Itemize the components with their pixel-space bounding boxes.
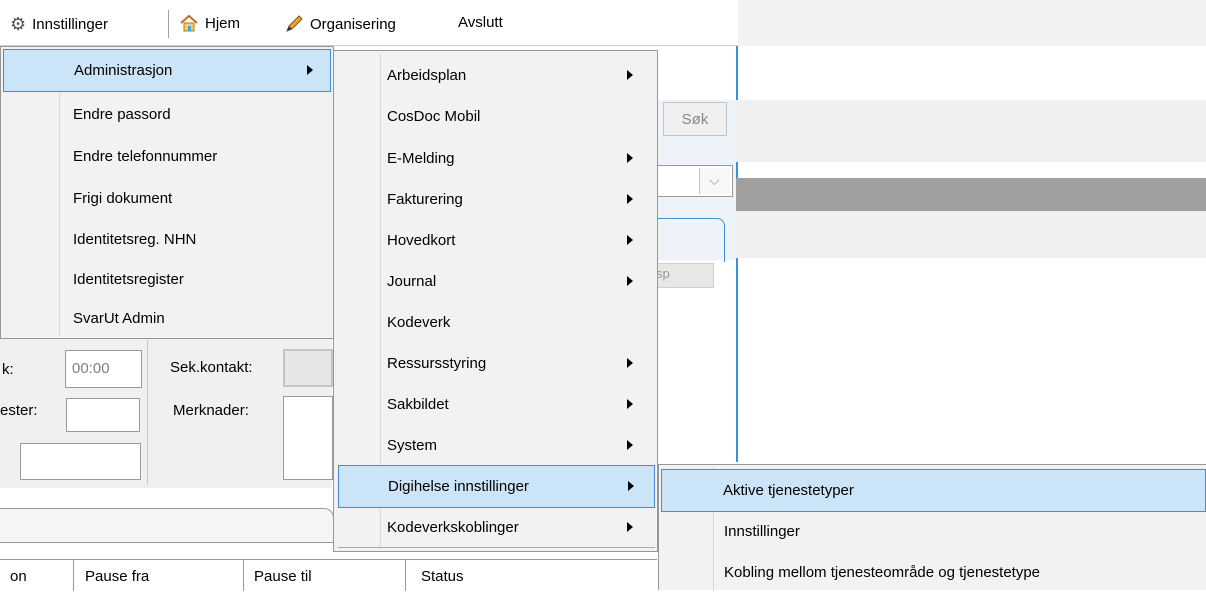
dropdown-select[interactable]: ⌵: [655, 165, 733, 197]
bottom-left-field[interactable]: [20, 443, 141, 480]
submenu-arrow-icon: [627, 70, 633, 80]
menu-item-hovedkort[interactable]: Hovedkort: [334, 220, 657, 261]
menu-item-cosdoc-mobil[interactable]: CosDoc Mobil: [334, 96, 657, 137]
menu-item-kodeverkskoblinger[interactable]: Kodeverkskoblinger: [334, 507, 657, 548]
ester-field[interactable]: [66, 398, 140, 432]
settings-dropdown-menu: Administrasjon Endre passord Endre telef…: [0, 46, 334, 339]
submenu-arrow-icon: [627, 153, 633, 163]
submenu-arrow-icon: [627, 522, 633, 532]
grey-header-bar: [736, 178, 1206, 211]
menu-bar: ⚙ Innstillinger Hjem Organisering Avslut…: [0, 0, 738, 46]
vertical-divider: [147, 340, 148, 485]
menu-item-digihelse-innstillinger[interactable]: Digihelse innstillinger: [338, 465, 655, 508]
pencil-icon: [286, 15, 303, 32]
table-header-pause-fra[interactable]: Pause fra: [74, 560, 244, 591]
menu-item-kodeverk[interactable]: Kodeverk: [334, 302, 657, 343]
menu-item-aktive-tjenestetyper[interactable]: Aktive tjenestetyper: [661, 469, 1206, 512]
menu-item-sakbildet[interactable]: Sakbildet: [334, 384, 657, 425]
table-header-status[interactable]: Status: [406, 560, 657, 591]
menu-item-administrasjon[interactable]: Administrasjon: [3, 49, 331, 92]
menu-exit[interactable]: Avslutt: [458, 14, 503, 31]
field-label-k: k:: [2, 361, 14, 378]
menu-item-system[interactable]: System: [334, 425, 657, 466]
submenu-arrow-icon: [627, 358, 633, 368]
menu-home[interactable]: Hjem: [179, 14, 240, 32]
dropdown-button[interactable]: ⌵: [699, 168, 730, 194]
submenu-arrow-icon: [627, 276, 633, 286]
menu-item-e-melding[interactable]: E-Melding: [334, 138, 657, 179]
search-button[interactable]: Søk: [663, 102, 727, 136]
chevron-down-icon: ⌵: [709, 172, 720, 188]
menu-item-identitetsregister[interactable]: Identitetsregister: [1, 259, 333, 300]
menu-item-svarut-admin[interactable]: SvarUt Admin: [1, 298, 333, 339]
menu-separator: [168, 10, 169, 38]
menu-item-kobling-tjenesteomrade[interactable]: Kobling mellom tjenesteområde og tjenest…: [659, 552, 1206, 593]
submenu-arrow-icon: [627, 194, 633, 204]
submenu-arrow-icon: [628, 481, 634, 491]
menu-item-journal[interactable]: Journal: [334, 261, 657, 302]
home-icon: [180, 14, 198, 32]
sek-kontakt-label: Sek.kontakt:: [170, 359, 253, 376]
search-panel: [655, 100, 1206, 162]
tab-outline: [655, 218, 725, 262]
time-field[interactable]: 00:00: [65, 350, 142, 388]
menu-item-fakturering[interactable]: Fakturering: [334, 179, 657, 220]
table-header-on[interactable]: on: [0, 560, 74, 591]
sek-kontakt-field[interactable]: [283, 349, 333, 387]
merknader-label: Merknader:: [173, 402, 249, 419]
menu-settings[interactable]: ⚙ Innstillinger: [10, 14, 108, 35]
administrasjon-submenu: Arbeidsplan CosDoc Mobil E-Melding Faktu…: [333, 50, 658, 552]
submenu-arrow-icon: [627, 399, 633, 409]
menu-item-arbeidsplan[interactable]: Arbeidsplan: [334, 55, 657, 96]
menu-item-innstillinger[interactable]: Innstillinger: [659, 511, 1206, 552]
menu-item-endre-telefonnummer[interactable]: Endre telefonnummer: [1, 136, 333, 177]
field-label-ester: ester:: [0, 402, 38, 419]
table-header-row: on Pause fra Pause til Status: [0, 559, 657, 591]
tab-bar-bottom: [0, 508, 334, 543]
table-header-pause-til[interactable]: Pause til: [244, 560, 406, 591]
gear-icon: ⚙: [10, 14, 27, 34]
menu-organize[interactable]: Organisering: [284, 14, 396, 34]
menu-item-frigi-dokument[interactable]: Frigi dokument: [1, 178, 333, 219]
submenu-arrow-icon: [307, 65, 313, 75]
tab-header-cell: sp: [655, 263, 714, 288]
submenu-arrow-icon: [627, 440, 633, 450]
menu-item-ressursstyring[interactable]: Ressursstyring: [334, 343, 657, 384]
submenu-arrow-icon: [627, 235, 633, 245]
tab-strip-panel: [736, 211, 1206, 258]
digihelse-submenu: Aktive tjenestetyper Innstillinger Kobli…: [658, 464, 1206, 593]
right-top-strip: [738, 0, 1206, 46]
menu-item-identitetsreg-nhn[interactable]: Identitetsreg. NHN: [1, 219, 333, 260]
menu-item-endre-passord[interactable]: Endre passord: [1, 94, 333, 135]
merknader-field[interactable]: [283, 396, 333, 480]
